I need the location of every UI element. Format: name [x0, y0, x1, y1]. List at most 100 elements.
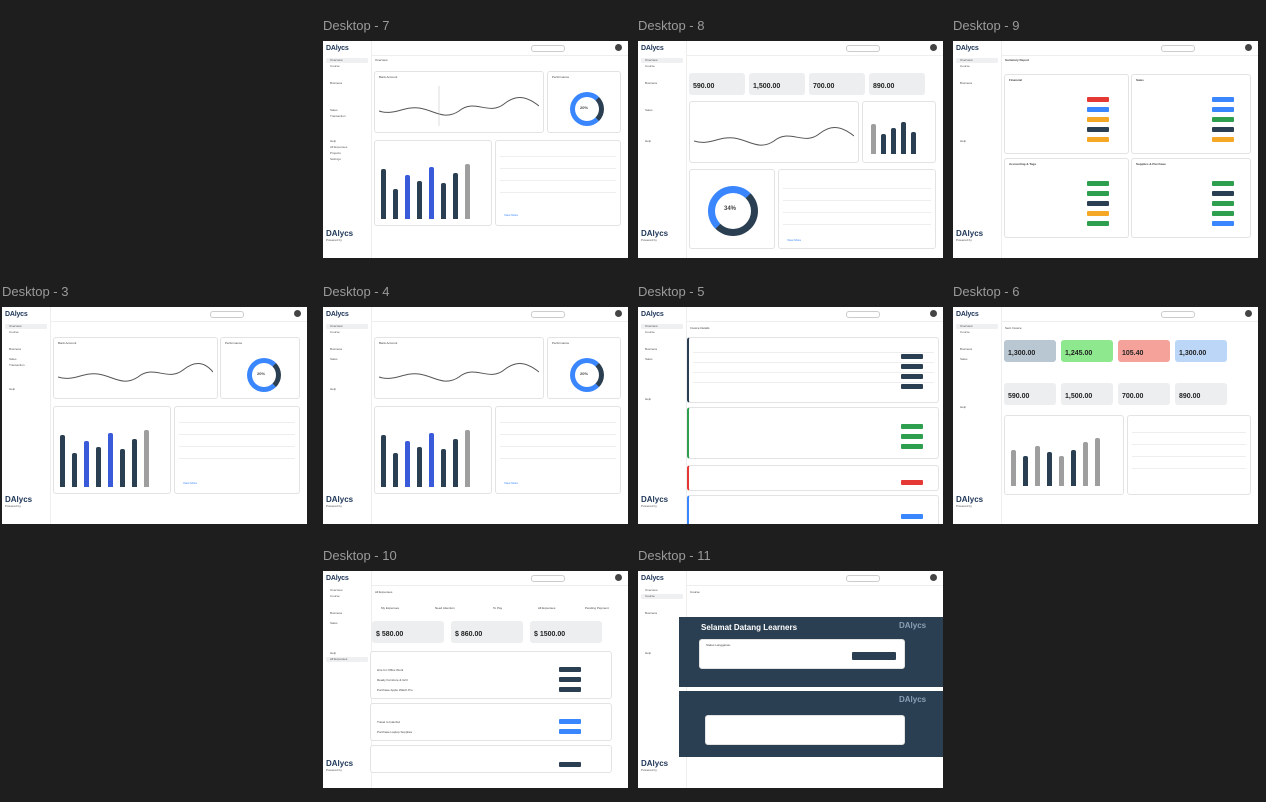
tab-pending-payment[interactable]: Pending Payment [585, 606, 609, 610]
expense-item[interactable]: Purchase Laptop Supplies [377, 730, 412, 734]
search-input[interactable] [1161, 45, 1195, 52]
sidebar-item-overview[interactable]: Overview [956, 324, 998, 329]
tab-all-expenses[interactable]: All Expenses [538, 606, 555, 610]
search-input[interactable] [846, 45, 880, 52]
sidebar-item-sales[interactable]: Sales [641, 108, 683, 113]
sidebar-item-business[interactable]: Business [326, 611, 368, 616]
footer-logo: DAlycs Powered by [641, 759, 669, 772]
sidebar-item-business[interactable]: Business [641, 611, 683, 616]
sidebar-item-business[interactable]: Business [326, 347, 368, 352]
frame-label: Desktop - 11 [638, 548, 711, 563]
view-more-link[interactable]: View More [504, 481, 518, 485]
sidebar-item-overview[interactable]: Overview [5, 324, 47, 329]
sidebar-item-overview[interactable]: Overview [326, 58, 368, 63]
expense-item[interactable]: Hire for Office Work [377, 668, 403, 672]
sidebar-item-course[interactable]: Course [641, 330, 683, 335]
sidebar-item-sales[interactable]: Sales [326, 357, 368, 362]
sidebar-item-course[interactable]: Course [5, 330, 47, 335]
sidebar-item-course[interactable]: Course [641, 594, 683, 599]
sidebar-item-sales[interactable]: Sales [326, 621, 368, 626]
expense-item[interactable]: Purchase Apple Watch Pro [377, 688, 413, 692]
subscribe-button[interactable] [852, 652, 896, 660]
bank-account-card: Bank Account [374, 337, 544, 399]
sidebar-item-business[interactable]: Business [641, 81, 683, 86]
expense-item[interactable]: Ready Furniture & Grill [377, 678, 408, 682]
avatar[interactable] [615, 574, 622, 581]
page-title: Overview [375, 58, 388, 62]
sidebar-item-business[interactable]: Business [956, 81, 998, 86]
sidebar-item-course[interactable]: Course [956, 330, 998, 335]
search-input[interactable] [210, 311, 244, 318]
sidebar: DAlycs Overview Course Business Sales Tr… [2, 307, 51, 524]
sidebar-item-help[interactable]: Help [326, 651, 368, 656]
avatar[interactable] [1245, 44, 1252, 51]
tab-to-pay[interactable]: To Pay [493, 606, 502, 610]
sidebar-item-expenses[interactable]: All Expenses [326, 145, 368, 150]
sidebar-item-expenses[interactable]: All Expenses [326, 657, 368, 662]
sidebar-item-course[interactable]: Course [956, 64, 998, 69]
table-card: View More [495, 140, 621, 226]
sidebar-item-business[interactable]: Business [5, 347, 47, 352]
avatar[interactable] [294, 310, 301, 317]
sidebar-item-transaction[interactable]: Transaction [326, 114, 368, 119]
sidebar-item-business[interactable]: Business [956, 347, 998, 352]
sidebar-item-sales[interactable]: Sales [5, 357, 47, 362]
expense-item[interactable]: Travel to Istanbul [377, 720, 400, 724]
sidebar-item-help[interactable]: Help [326, 139, 368, 144]
sidebar-item-overview[interactable]: Overview [326, 588, 368, 593]
avatar[interactable] [615, 310, 622, 317]
avatar[interactable] [615, 44, 622, 51]
sidebar-item-sales[interactable]: Sales [956, 357, 998, 362]
sidebar-item-help[interactable]: Help [326, 387, 368, 392]
sidebar-item-overview[interactable]: Overview [641, 588, 683, 593]
sidebar-item-sales[interactable]: Sales [641, 357, 683, 362]
search-input[interactable] [531, 311, 565, 318]
footer-logo: DAlycs Powered by [326, 759, 354, 772]
sidebar-item-help[interactable]: Help [956, 139, 998, 144]
search-input[interactable] [531, 575, 565, 582]
frame-label: Desktop - 3 [2, 284, 69, 299]
avatar[interactable] [1245, 310, 1252, 317]
invoice-group [687, 465, 939, 491]
sidebar-item-course[interactable]: Course [326, 594, 368, 599]
avatar[interactable] [930, 574, 937, 581]
search-input[interactable] [846, 575, 880, 582]
stat-card: 700.00 [1118, 383, 1170, 405]
sidebar-item-overview[interactable]: Overview [641, 324, 683, 329]
stat-card: 1,300.00 [1175, 340, 1227, 362]
card-title: Sales [1136, 78, 1144, 82]
view-more-link[interactable]: View More [787, 238, 801, 242]
avatar[interactable] [930, 310, 937, 317]
search-input[interactable] [846, 311, 880, 318]
sidebar-item-overview[interactable]: Overview [326, 324, 368, 329]
view-more-link[interactable]: View More [504, 213, 518, 217]
sidebar-item-business[interactable]: Business [326, 81, 368, 86]
card-title: Performance [552, 75, 570, 79]
sidebar-item-course[interactable]: Course [326, 64, 368, 69]
sidebar-item-overview[interactable]: Overview [641, 58, 683, 63]
sidebar-item-business[interactable]: Business [641, 347, 683, 352]
tab-my-expenses[interactable]: My Expenses [381, 606, 399, 610]
avatar[interactable] [930, 44, 937, 51]
sidebar-item-help[interactable]: Help [956, 405, 998, 410]
search-input[interactable] [531, 45, 565, 52]
view-more-link[interactable]: View More [183, 481, 197, 485]
search-input[interactable] [1161, 311, 1195, 318]
sidebar-item-settings[interactable]: Settings [326, 157, 368, 162]
sidebar-item-projects[interactable]: Projects [326, 151, 368, 156]
topbar [686, 41, 943, 56]
sidebar-item-help[interactable]: Help [641, 397, 683, 402]
sidebar-item-course[interactable]: Course [641, 64, 683, 69]
sidebar: DAlycs Overview Course Business Sales He… [638, 41, 687, 258]
sidebar-item-help[interactable]: Help [641, 139, 683, 144]
sidebar-item-help[interactable]: Help [641, 651, 683, 656]
line-chart [694, 127, 854, 146]
sidebar-item-transaction[interactable]: Transaction [5, 363, 47, 368]
sidebar-item-sales[interactable]: Sales [326, 108, 368, 113]
sidebar-item-help[interactable]: Help [5, 387, 47, 392]
sidebar-item-course[interactable]: Course [326, 330, 368, 335]
card-title: Bank Account [58, 341, 77, 345]
table-card: View More [495, 406, 621, 494]
tab-need-attention[interactable]: Need Attention [435, 606, 455, 610]
sidebar-item-overview[interactable]: Overview [956, 58, 998, 63]
